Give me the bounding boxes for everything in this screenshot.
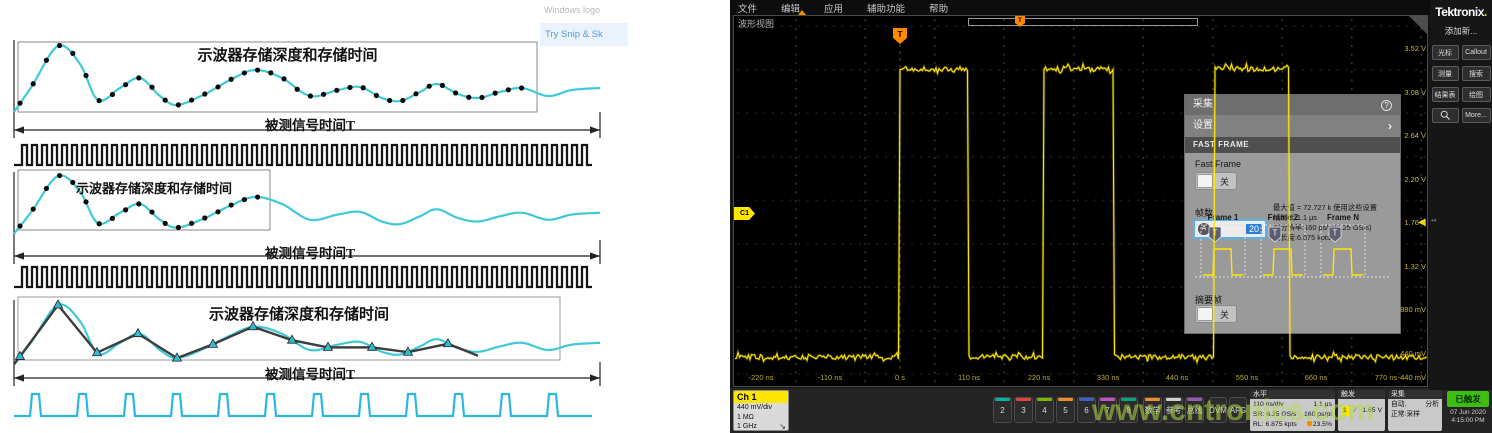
v-label: 440 mV xyxy=(1386,349,1426,358)
toggle-knob xyxy=(1197,307,1213,321)
group1-box-label: 示波器存储深度和存储时间 xyxy=(28,44,547,65)
menu-utility[interactable]: 辅助功能 xyxy=(867,1,905,15)
v-label: 2.20 V xyxy=(1386,175,1426,184)
menu-applications[interactable]: 应用 xyxy=(824,1,843,15)
panel-title: 采集 xyxy=(1193,95,1213,115)
ch-color-strip xyxy=(1037,398,1052,401)
fastframe-toggle[interactable]: 关 xyxy=(1195,172,1237,190)
add-new-label: 添加新... xyxy=(1430,25,1492,37)
frame1-label: Frame 1 xyxy=(1201,213,1245,222)
settings-label: 设置 xyxy=(1193,115,1213,137)
search-button[interactable]: 搜索 xyxy=(1462,66,1491,81)
v-label: 3.08 V xyxy=(1386,88,1426,97)
t-label: 770 ns xyxy=(1366,373,1406,382)
fastframe-section-header: FAST FRAME xyxy=(1185,137,1400,153)
group2-box-label: 示波器存储深度和存储时间 xyxy=(28,178,280,197)
toast-title: Windows logo xyxy=(536,2,628,15)
ch1-scale: 440 mV/div xyxy=(737,403,785,413)
panel-title-bar[interactable]: 采集 ? xyxy=(1185,95,1400,115)
windows-toast: Windows logo Try Snip & Sk xyxy=(536,2,628,64)
channel3-button[interactable]: 3 xyxy=(1014,397,1033,423)
magnifier-icon xyxy=(1440,110,1451,121)
frame2-label: Frame 2 xyxy=(1261,213,1305,222)
menu-help[interactable]: 帮助 xyxy=(929,1,948,15)
group3-time-label: 被测信号时间T xyxy=(20,363,600,383)
t-label: 440 ns xyxy=(1157,373,1197,382)
fastframe-label: Fast Frame xyxy=(1195,159,1241,169)
screenshot-root: 示波器存储深度和存储时间 被测信号时间T 示波器存储深度和存储时间 被测信号时间… xyxy=(0,0,1492,433)
svg-text:T: T xyxy=(1333,229,1338,238)
menu-file[interactable]: 文件 xyxy=(738,1,757,15)
ch1-title: Ch 1 xyxy=(734,391,788,403)
toggle-state: 关 xyxy=(1213,175,1236,188)
t-label: 110 ns xyxy=(949,373,989,382)
t-label: 660 ns xyxy=(1296,373,1336,382)
t-label: 220 ns xyxy=(1019,373,1059,382)
settings-row[interactable]: 设置 › xyxy=(1185,115,1400,137)
ch1-details: 440 mV/div 1 MΩ 1 GHz ↘ xyxy=(734,403,788,431)
channel4-button[interactable]: 4 xyxy=(1035,397,1054,423)
results-sidebar: Tektronix. 添加新... 光标 Callout 测量 搜索 结果表 绘… xyxy=(1430,0,1492,390)
t-label: 330 ns xyxy=(1088,373,1128,382)
waveform-view-tab: 波形视图 xyxy=(738,17,774,30)
more-button[interactable]: More... xyxy=(1462,108,1491,123)
ch-color-strip xyxy=(1058,398,1073,401)
channel2-button[interactable]: 2 xyxy=(993,397,1012,423)
ch1-impedance: 1 MΩ xyxy=(737,413,785,423)
ch1-bandwidth: 1 GHz xyxy=(737,422,785,431)
menu-bar: 文件 编辑 应用 辅助功能 帮助 xyxy=(730,0,1430,15)
logo-accent: . xyxy=(1484,5,1487,19)
t-label: -220 ns xyxy=(741,373,781,382)
probe-icon: ↘ xyxy=(779,422,786,432)
info-max: 最大值 = 72.727 k 使用这些设置 xyxy=(1273,203,1399,213)
zoom-tool-button[interactable] xyxy=(1432,108,1459,123)
channel1-badge[interactable]: Ch 1 440 mV/div 1 MΩ 1 GHz ↘ xyxy=(733,390,789,431)
results-table-button[interactable]: 结果表 xyxy=(1432,87,1459,102)
fastframe-config-panel: 采集 ? 设置 › FAST FRAME Fast Frame 关 帧数 A 2… xyxy=(1184,94,1401,334)
frameN-label: Frame N xyxy=(1321,213,1365,222)
plot-button[interactable]: 绘图 xyxy=(1462,87,1491,102)
toast-action[interactable]: Try Snip & Sk xyxy=(540,23,628,46)
toggle-knob xyxy=(1197,174,1213,188)
v-label: 1.76 V xyxy=(1386,218,1426,227)
callout-button[interactable]: Callout xyxy=(1462,45,1491,60)
t-label: 550 ns xyxy=(1227,373,1267,382)
help-icon[interactable]: ? xyxy=(1381,100,1392,111)
group1-time-label: 被测信号时间T xyxy=(20,114,600,134)
frames-diagram: TTT xyxy=(1193,223,1393,287)
measure-button[interactable]: 测量 xyxy=(1432,66,1459,81)
v-label: 1.32 V xyxy=(1386,262,1426,271)
group3-box-label: 示波器存储深度和存储时间 xyxy=(28,303,570,324)
ch-color-strip xyxy=(995,398,1010,401)
zoom-corner-icon[interactable] xyxy=(1409,16,1427,34)
watermark: www.cntronics.com xyxy=(1092,394,1492,428)
ch-color-strip xyxy=(1016,398,1031,401)
t-label: 0 s xyxy=(880,373,920,382)
v-label: 3.52 V xyxy=(1386,44,1426,53)
summary-frame-toggle[interactable]: 关 xyxy=(1195,305,1237,323)
t-label: -110 ns xyxy=(810,373,850,382)
memory-depth-diagram: 示波器存储深度和存储时间 被测信号时间T 示波器存储深度和存储时间 被测信号时间… xyxy=(0,0,730,433)
group2-time-label: 被测信号时间T xyxy=(20,242,600,262)
channel5-button[interactable]: 5 xyxy=(1056,397,1075,423)
diagram-group1-graphics xyxy=(10,8,622,168)
cursor-button[interactable]: 光标 xyxy=(1432,45,1459,60)
svg-text:T: T xyxy=(1213,229,1218,238)
panel-resize-handle[interactable]: •• xyxy=(1431,218,1437,223)
record-minimap[interactable] xyxy=(968,18,1198,26)
toggle-state: 关 xyxy=(1213,308,1236,321)
oscilloscope-app: 文件 编辑 应用 辅助功能 帮助 波形视图 T T C1 ◀ 采集 ? 设置 xyxy=(730,0,1492,433)
svg-text:T: T xyxy=(1273,229,1278,238)
v-label: 880 mV xyxy=(1386,305,1426,314)
tektronix-logo: Tektronix. xyxy=(1430,5,1492,19)
channel1-marker[interactable]: C1 xyxy=(734,207,755,220)
trigger-position-icon[interactable]: T xyxy=(893,28,907,44)
waveform-display[interactable]: 波形视图 T T C1 ◀ 采集 ? 设置 › FAST FRAME Fast … xyxy=(733,15,1428,387)
v-label: 2.64 V xyxy=(1386,131,1426,140)
